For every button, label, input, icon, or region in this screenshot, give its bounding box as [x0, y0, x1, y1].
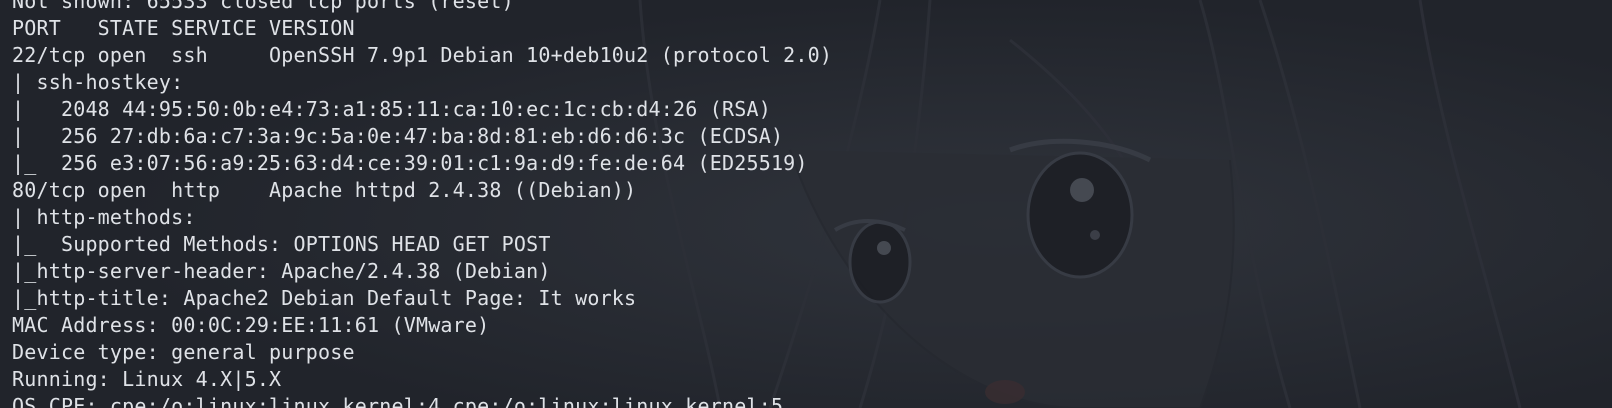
terminal-line: Device type: general purpose: [12, 340, 355, 364]
terminal-line: MAC Address: 00:0C:29:EE:11:61 (VMware): [12, 313, 490, 337]
terminal-line: OS CPE: cpe:/o:linux:linux_kernel:4 cpe:…: [12, 394, 784, 408]
terminal-line: Running: Linux 4.X|5.X: [12, 367, 282, 391]
terminal-line: | 256 27:db:6a:c7:3a:9c:5a:0e:47:ba:8d:8…: [12, 124, 784, 148]
terminal-line: |_ Supported Methods: OPTIONS HEAD GET P…: [12, 232, 551, 256]
terminal-line: | http-methods:: [12, 205, 208, 229]
terminal-line: Not shown: 65533 closed tcp ports (reset…: [12, 0, 514, 13]
terminal-line: | 2048 44:95:50:0b:e4:73:a1:85:11:ca:10:…: [12, 97, 771, 121]
terminal-output[interactable]: Not shown: 65533 closed tcp ports (reset…: [12, 0, 832, 408]
terminal-line: |_http-server-header: Apache/2.4.38 (Deb…: [12, 259, 551, 283]
terminal-line: | ssh-hostkey:: [12, 70, 196, 94]
terminal-line: |_http-title: Apache2 Debian Default Pag…: [12, 286, 637, 310]
terminal-line: 80/tcp open http Apache httpd 2.4.38 ((D…: [12, 178, 637, 202]
terminal-line: |_ 256 e3:07:56:a9:25:63:d4:ce:39:01:c1:…: [12, 151, 808, 175]
terminal-line: PORT STATE SERVICE VERSION: [12, 16, 355, 40]
terminal-line: 22/tcp open ssh OpenSSH 7.9p1 Debian 10+…: [12, 43, 833, 67]
terminal-window[interactable]: Not shown: 65533 closed tcp ports (reset…: [0, 0, 1612, 408]
